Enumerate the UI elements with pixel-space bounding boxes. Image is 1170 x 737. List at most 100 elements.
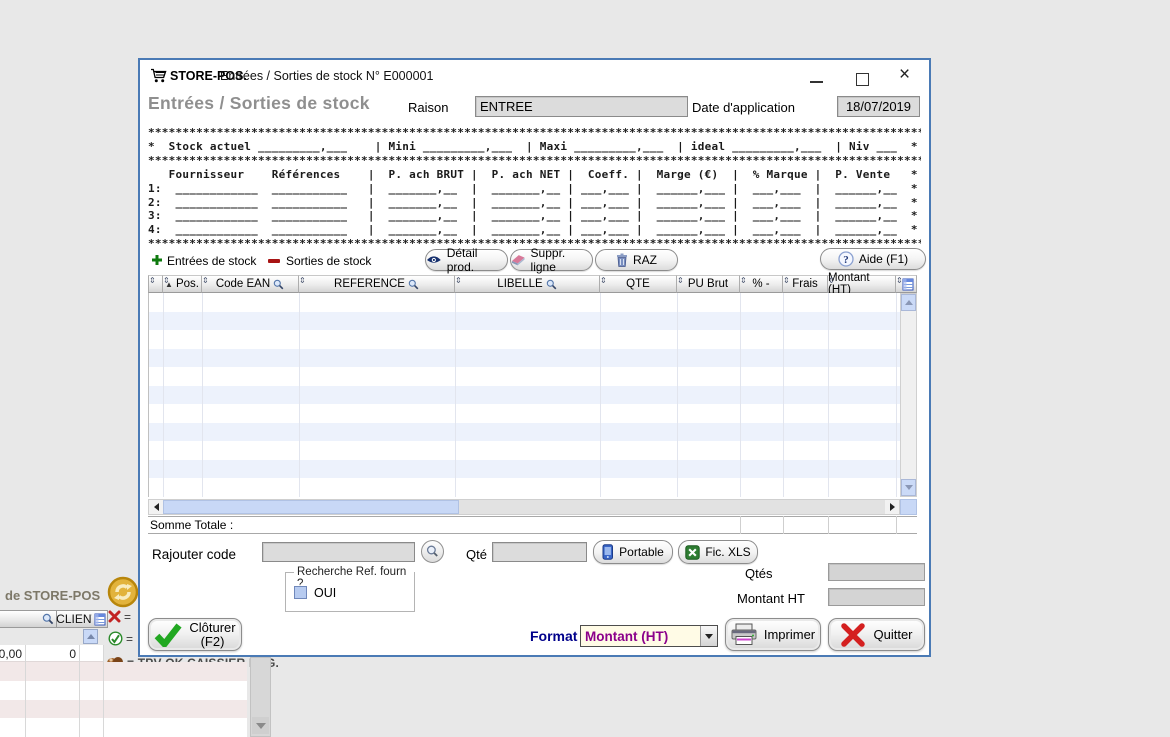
dialog-titlebar[interactable]: STORE-POS. Entrées / Sorties de stock N°… bbox=[140, 60, 929, 90]
portable-button[interactable]: Portable bbox=[593, 540, 673, 564]
format-dropdown[interactable]: Montant (HT) bbox=[580, 625, 718, 647]
column-label: Frais bbox=[792, 278, 818, 290]
check-legend-text: = bbox=[126, 632, 133, 646]
scroll-right-button[interactable] bbox=[885, 500, 899, 514]
column-header-grid-button[interactable]: ⇕ bbox=[896, 275, 917, 293]
search-code-button[interactable] bbox=[421, 540, 444, 563]
entrees-legend-label: Entrées de stock bbox=[167, 254, 256, 268]
column-header-montant-ht-[interactable]: ⇕Montant (HT) bbox=[828, 275, 896, 293]
sort-updown-icon: ⇕ bbox=[677, 277, 684, 285]
table-row[interactable] bbox=[149, 460, 900, 479]
minus-icon bbox=[268, 259, 280, 263]
table-row[interactable] bbox=[149, 349, 900, 368]
arrow-up-icon bbox=[905, 300, 913, 305]
clients-row[interactable]: 0,00 0 bbox=[0, 645, 103, 662]
help-icon: ? bbox=[838, 251, 854, 267]
eye-icon bbox=[426, 255, 442, 265]
suppr-ligne-button[interactable]: Suppr. ligne bbox=[510, 249, 593, 271]
scroll-down-button[interactable] bbox=[252, 717, 269, 734]
raz-label: RAZ bbox=[633, 253, 657, 267]
raison-value: ENTREE bbox=[480, 99, 533, 114]
sync-coin-icon[interactable] bbox=[107, 576, 139, 608]
sort-updown-icon: ⇕ bbox=[455, 277, 462, 285]
svg-text:?: ? bbox=[843, 254, 849, 266]
maximize-button[interactable] bbox=[856, 73, 869, 86]
amount-cell: 0,00 bbox=[0, 647, 22, 661]
excel-file-icon bbox=[685, 545, 700, 560]
detail-prod-button[interactable]: Détail prod. bbox=[425, 249, 508, 271]
search-icon bbox=[273, 279, 284, 290]
trash-icon bbox=[616, 253, 628, 267]
column-label: Code EAN bbox=[216, 278, 270, 290]
date-application-label: Date d'application bbox=[692, 100, 795, 115]
table-body[interactable] bbox=[148, 293, 900, 497]
clients-scroll-up-button[interactable] bbox=[83, 629, 98, 644]
rajouter-code-label: Rajouter code bbox=[152, 547, 236, 562]
fic-xls-label: Fic. XLS bbox=[705, 545, 750, 559]
column-header-code-ean[interactable]: ⇕Code EAN bbox=[202, 275, 299, 293]
raison-input[interactable]: ENTREE bbox=[475, 96, 688, 117]
table-row[interactable] bbox=[149, 441, 900, 460]
sort-updown-icon: ⇕ bbox=[600, 277, 607, 285]
table-row[interactable] bbox=[149, 330, 900, 349]
table-row[interactable] bbox=[149, 367, 900, 386]
quitter-label: Quitter bbox=[873, 627, 912, 642]
clients-grid-button[interactable] bbox=[92, 610, 108, 628]
column-header-reference[interactable]: ⇕REFERENCE bbox=[299, 275, 455, 293]
search-icon bbox=[408, 279, 419, 290]
qtes-field bbox=[828, 563, 925, 581]
quitter-button[interactable]: Quitter bbox=[828, 618, 925, 651]
table-row[interactable] bbox=[149, 293, 900, 312]
sort-updown-icon: ⇕ bbox=[163, 277, 170, 285]
column-label: % - bbox=[752, 278, 769, 290]
table-row[interactable] bbox=[149, 478, 900, 497]
dropdown-arrow-button[interactable] bbox=[700, 626, 717, 646]
rajouter-code-input[interactable] bbox=[262, 542, 415, 562]
aide-button[interactable]: ? Aide (F1) bbox=[820, 248, 926, 270]
column-label: LIBELLE bbox=[497, 278, 542, 290]
qte-input[interactable] bbox=[492, 542, 587, 562]
table-row[interactable] bbox=[149, 386, 900, 405]
table-horizontal-scrollbar[interactable] bbox=[148, 499, 900, 515]
column-label: QTE bbox=[626, 278, 650, 290]
horizontal-scroll-thumb[interactable] bbox=[163, 500, 459, 514]
background-scrollbar[interactable] bbox=[250, 657, 271, 737]
imprimer-label: Imprimer bbox=[764, 627, 815, 642]
column-header-qte[interactable]: ⇕ QTE bbox=[600, 275, 677, 293]
date-application-input[interactable]: 18/07/2019 bbox=[837, 96, 920, 117]
table-row[interactable] bbox=[149, 423, 900, 442]
close-button[interactable]: × bbox=[899, 64, 910, 86]
clients-col-blank[interactable] bbox=[0, 610, 57, 628]
column-header-pu-brut[interactable]: ⇕ PU Brut bbox=[677, 275, 740, 293]
column-header-frais[interactable]: ⇕Frais bbox=[783, 275, 828, 293]
scroll-up-button[interactable] bbox=[901, 294, 916, 311]
fic-xls-button[interactable]: Fic. XLS bbox=[678, 540, 758, 564]
oui-checkbox[interactable] bbox=[294, 586, 307, 599]
scroll-down-button[interactable] bbox=[901, 479, 916, 496]
eraser-icon bbox=[511, 254, 526, 266]
table-header-row: ⇕⇕▲Pos.⇕Code EAN⇕REFERENCE⇕LIBELLE⇕QTE⇕P… bbox=[148, 275, 917, 293]
arrow-down-icon bbox=[905, 485, 913, 490]
chevron-down-icon bbox=[705, 634, 713, 639]
minimize-button[interactable] bbox=[810, 81, 823, 83]
column-header--[interactable]: ⇕ % - bbox=[740, 275, 783, 293]
recherche-ref-label: Recherche Ref. fourn ? bbox=[294, 566, 414, 590]
table-row[interactable] bbox=[149, 404, 900, 423]
sort-updown-icon: ⇕ bbox=[740, 277, 747, 285]
imprimer-button[interactable]: Imprimer bbox=[725, 618, 821, 651]
scroll-left-button[interactable] bbox=[149, 500, 163, 514]
table-row[interactable] bbox=[149, 312, 900, 331]
shopping-cart-icon bbox=[150, 68, 167, 83]
column-header-pos-[interactable]: ⇕▲Pos. bbox=[163, 275, 202, 293]
suppr-ligne-label: Suppr. ligne bbox=[531, 246, 592, 274]
column-header-spacer[interactable]: ⇕ bbox=[148, 275, 163, 293]
cloturer-button[interactable]: Clôturer (F2) bbox=[148, 618, 242, 651]
cloturer-key-label: (F2) bbox=[201, 634, 225, 649]
raz-button[interactable]: RAZ bbox=[595, 249, 678, 271]
plus-icon bbox=[152, 255, 162, 265]
column-header-libelle[interactable]: ⇕ LIBELLE bbox=[455, 275, 600, 293]
table-vertical-scrollbar[interactable] bbox=[900, 293, 917, 497]
column-label: PU Brut bbox=[688, 278, 728, 290]
arrow-up-icon bbox=[87, 634, 95, 639]
search-icon bbox=[546, 279, 557, 290]
